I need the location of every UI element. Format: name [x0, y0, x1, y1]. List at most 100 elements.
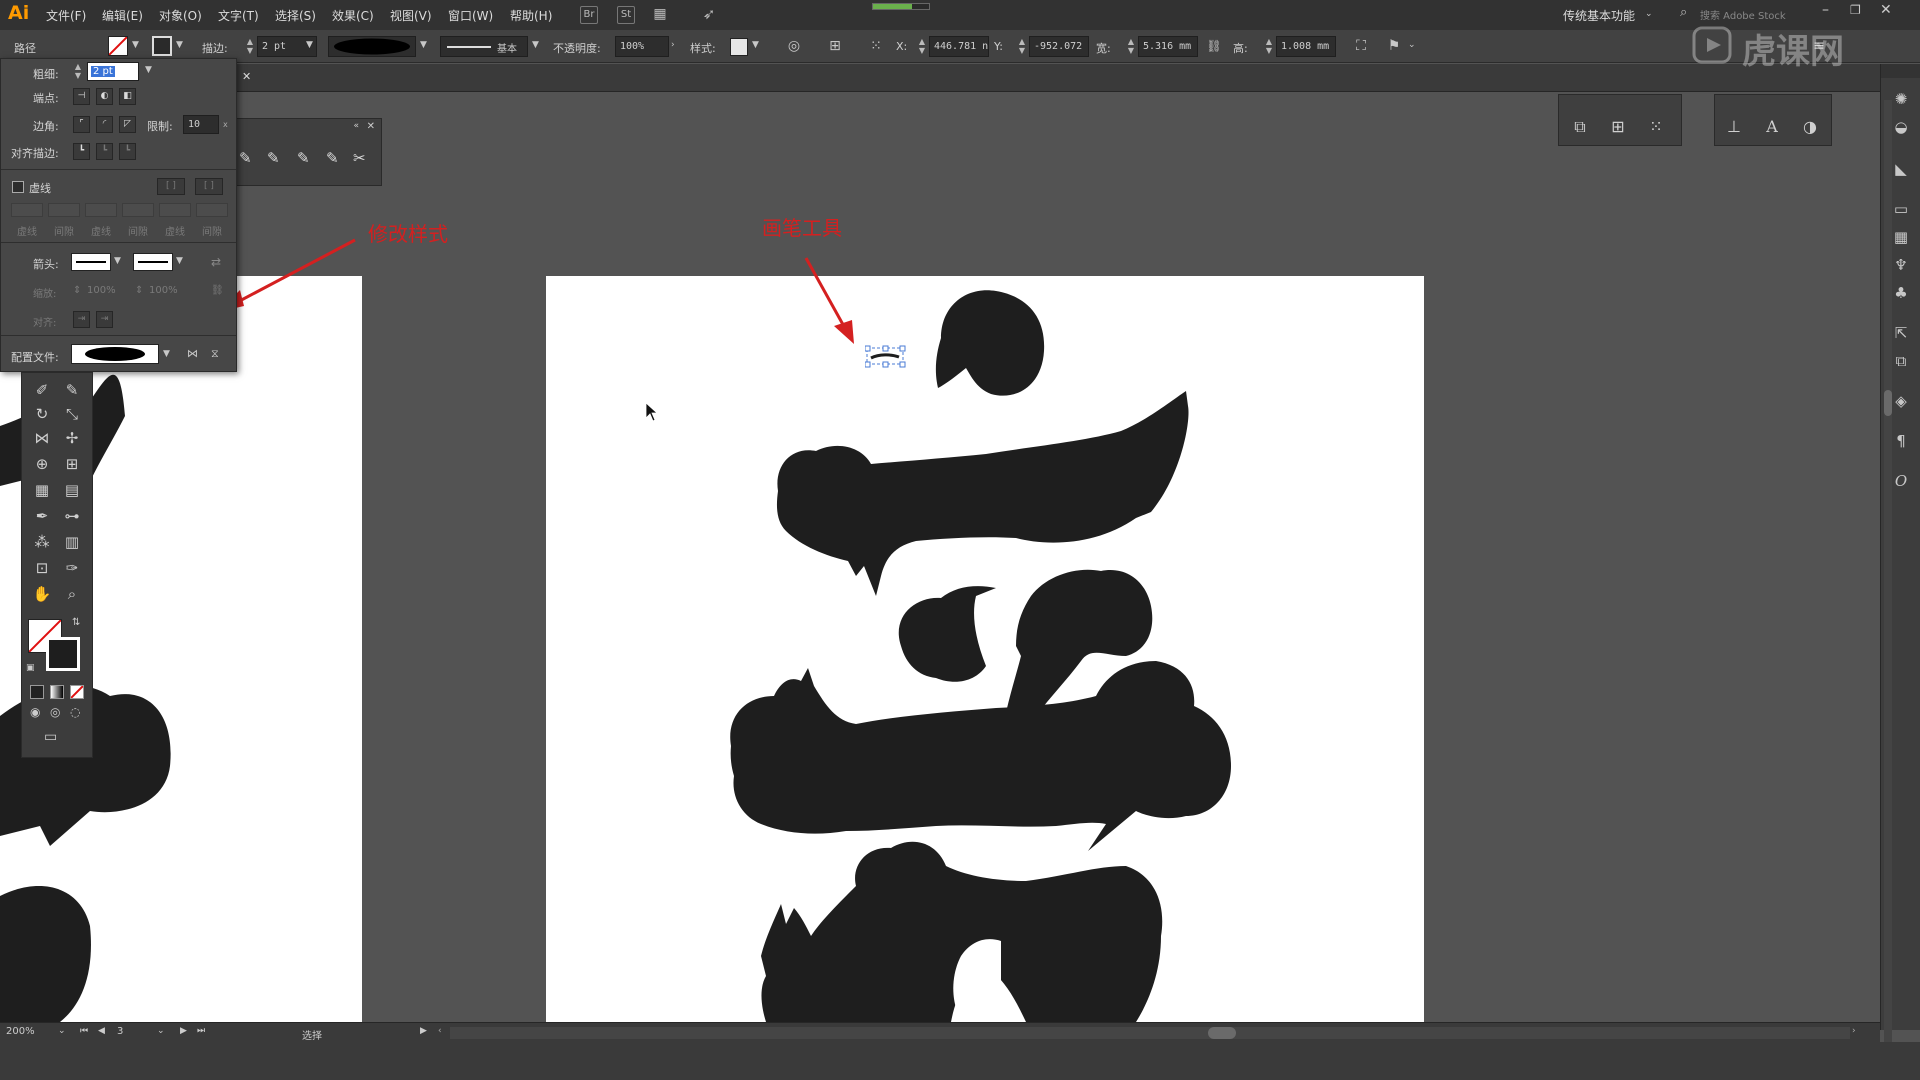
symbol-sprayer-tool-icon[interactable]: ⁂ [30, 531, 54, 553]
gpu-performance-icon[interactable]: ➶ [700, 6, 718, 24]
none-mode-icon[interactable] [70, 685, 84, 699]
fill-dropdown-icon[interactable]: ▼ [132, 40, 139, 50]
close-window-icon[interactable]: ✕ [1880, 2, 1892, 18]
menu-select[interactable]: 选择(S) [275, 7, 316, 24]
constrain-proportions-icon[interactable]: ⛓ [1203, 36, 1225, 57]
weight-dropdown-icon[interactable]: ▼ [145, 65, 152, 75]
scale-tool-icon[interactable]: ⤡ [60, 403, 84, 425]
end-arrowhead-select[interactable] [133, 253, 173, 271]
variable-width-profile[interactable] [328, 36, 416, 57]
x-field[interactable]: 446.781 n [929, 36, 989, 57]
zoom-dropdown-icon[interactable]: ⌄ [58, 1026, 66, 1036]
dashed-checkbox[interactable] [12, 181, 24, 193]
brush-tool-1-icon[interactable]: ✎ [239, 149, 252, 167]
flip-along-icon[interactable]: ⋈ [187, 347, 198, 360]
horizontal-scrollbar[interactable] [450, 1027, 1850, 1039]
round-join-icon[interactable]: ◜ [96, 116, 113, 133]
symbols-panel-icon[interactable]: ♣ [1890, 282, 1912, 304]
dash-3-field[interactable] [159, 203, 191, 217]
gap-2-field[interactable] [122, 203, 154, 217]
slice-tool-icon[interactable]: ✑ [60, 557, 84, 579]
start-arrowhead-select[interactable] [71, 253, 111, 271]
character-panel-icon[interactable]: A [1757, 113, 1787, 141]
brush-tool-5-icon[interactable]: ✂ [353, 149, 366, 167]
swatches-panel-icon[interactable]: ▦ [1890, 226, 1912, 248]
stroke-dropdown-icon[interactable]: ▼ [176, 40, 183, 50]
scale-spinner-b-icon[interactable]: ⇕ [135, 285, 143, 296]
draw-inside-icon[interactable]: ◌ [70, 705, 80, 719]
zoom-tool-icon[interactable]: ⌕ [60, 583, 84, 605]
align-inside-icon[interactable]: ┗ [96, 143, 113, 160]
rotate-tool-icon[interactable]: ↻ [30, 403, 54, 425]
draw-behind-icon[interactable]: ◎ [50, 705, 60, 719]
restore-icon[interactable]: ❐ [1850, 3, 1861, 17]
collapse-panel-icon[interactable]: « [353, 121, 359, 131]
gradient-panel-icon[interactable]: ▭ [1890, 198, 1912, 220]
reference-point-icon[interactable]: ⁙ [865, 36, 887, 57]
stroke-swatch[interactable] [152, 36, 172, 56]
menu-view[interactable]: 视图(V) [390, 7, 432, 24]
preserve-dash-icon[interactable]: [ ] [157, 178, 185, 195]
weight-spinner[interactable]: ▲ ▼ [73, 62, 83, 82]
miter-join-icon[interactable]: ⌜ [73, 116, 90, 133]
gap-1-field[interactable] [48, 203, 80, 217]
opacity-flyout-icon[interactable]: › [671, 40, 675, 50]
menu-edit[interactable]: 编辑(E) [102, 7, 143, 24]
width-profile-select[interactable] [71, 344, 159, 364]
y-spinner[interactable]: ▲ ▼ [1017, 37, 1027, 56]
dash-1-field[interactable] [11, 203, 43, 217]
arrange-documents-icon[interactable]: ▦ [651, 6, 669, 24]
pathfinder-panel-icon[interactable]: ⧉ [1565, 113, 1595, 141]
menu-effect[interactable]: 效果(C) [332, 7, 374, 24]
link-scale-icon[interactable]: ⛓ [211, 285, 224, 296]
butt-cap-icon[interactable]: ⊣ [73, 88, 90, 105]
align-outside-icon[interactable]: ┗ [119, 143, 136, 160]
weight-field[interactable]: 2 pt [87, 62, 139, 81]
color-mode-icon[interactable] [30, 685, 44, 699]
appearance-panel-icon[interactable]: ◑ [1795, 113, 1825, 141]
opentype-panel-icon[interactable]: O [1890, 470, 1912, 492]
align-to-selection-icon[interactable]: ⊞ [824, 36, 846, 57]
y-field[interactable]: -952.072 [1029, 36, 1089, 57]
brush-tool-2-icon[interactable]: ✎ [267, 149, 280, 167]
gradient-tool-icon[interactable]: ▤ [60, 479, 84, 501]
brush-tool-4-icon[interactable]: ✎ [326, 149, 339, 167]
gradient-mode-icon[interactable] [50, 685, 64, 699]
isolate-icon[interactable]: ⚑ [1383, 36, 1405, 57]
paragraph-panel-icon[interactable]: ¶ [1890, 430, 1912, 452]
align-center-icon[interactable]: ┗ [73, 143, 90, 160]
workspace-switcher[interactable]: 传统基本功能 [1563, 7, 1635, 24]
start-arrowhead-dropdown-icon[interactable]: ▼ [114, 256, 121, 266]
perspective-grid-tool-icon[interactable]: ⊞ [60, 453, 84, 475]
swap-arrowheads-icon[interactable]: ⇄ [211, 255, 221, 269]
shape-builder-tool-icon[interactable]: ⊕ [30, 453, 54, 475]
menu-type[interactable]: 文字(T) [218, 7, 259, 24]
limit-spinner-icon[interactable]: x [223, 120, 228, 129]
artboard-number[interactable]: 3 [117, 1026, 123, 1037]
limit-field[interactable]: 10 [183, 115, 219, 134]
export-panel-icon[interactable]: ⇱ [1890, 322, 1912, 344]
dash-2-field[interactable] [85, 203, 117, 217]
transform-panel-icon[interactable]: ⊞ [1603, 113, 1633, 141]
artboard-tool-icon[interactable]: ⊡ [30, 557, 54, 579]
bridge-icon[interactable]: Br [580, 6, 598, 24]
projecting-cap-icon[interactable]: ◧ [119, 88, 136, 105]
color-panel-icon[interactable]: ✺ [1890, 88, 1912, 110]
stroke-weight-dropdown-icon[interactable]: ▼ [306, 40, 313, 50]
height-spinner[interactable]: ▲ ▼ [1264, 37, 1274, 56]
arrow-tip-extend-icon[interactable]: ⇥ [73, 311, 90, 328]
profile-dropdown-icon[interactable]: ▼ [163, 349, 170, 359]
status-flyout-icon[interactable]: ▶ [420, 1026, 427, 1036]
fill-swatch[interactable] [108, 36, 128, 56]
align-panel-icon[interactable]: ⁙ [1641, 113, 1671, 141]
width-field[interactable]: 5.316 mm [1138, 36, 1198, 57]
vertical-scrollbar[interactable] [1884, 100, 1892, 1060]
brush-dropdown-icon[interactable]: ▼ [532, 40, 539, 50]
close-tab-icon[interactable]: ✕ [242, 70, 251, 83]
eyedropper-tool-icon[interactable]: ✒ [30, 505, 54, 527]
selected-brush-path[interactable] [865, 344, 907, 370]
menu-object[interactable]: 对象(O) [159, 7, 202, 24]
stroke-panel-icon[interactable]: ◣ [1890, 158, 1912, 180]
last-artboard-icon[interactable]: ⏭ [197, 1026, 205, 1036]
artboard-dropdown-icon[interactable]: ⌄ [157, 1026, 165, 1036]
